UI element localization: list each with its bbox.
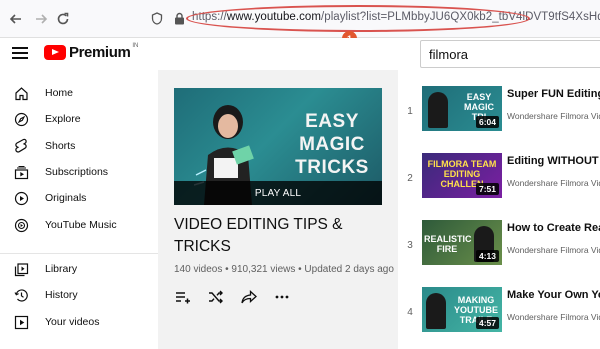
video-index: 2 [407, 173, 413, 184]
sidebar-item-library[interactable]: Library [0, 256, 158, 282]
video-duration: 4:13 [475, 250, 499, 262]
sidebar-item-history[interactable]: History [0, 282, 158, 308]
sidebar-item-shorts[interactable]: Shorts [0, 133, 158, 159]
sidebar-item-label: Subscriptions [45, 166, 109, 178]
playlist-panel: EASY MAGIC TRICKS PLAY ALL VIDEO EDITING… [158, 70, 398, 349]
shuffle-icon[interactable] [207, 288, 224, 305]
playlist-meta: 140 videos • 910,321 views • Updated 2 d… [174, 264, 394, 275]
video-duration: 7:51 [475, 183, 499, 195]
library-icon [13, 261, 29, 277]
logo-region: IN [132, 42, 139, 49]
music-icon [13, 217, 29, 233]
shield-icon[interactable] [150, 11, 164, 25]
logo-text: Premium [69, 44, 131, 61]
video-channel[interactable]: Wondershare Filmora Video [507, 245, 600, 255]
thumbnail-title: EASY MAGIC TRICKS [295, 111, 369, 178]
menu-icon[interactable] [12, 47, 28, 59]
sidebar-item-label: History [45, 289, 78, 301]
video-index: 4 [407, 307, 413, 318]
sidebar-item-label: Library [45, 263, 78, 275]
sidebar: Home Explore Shorts Subscriptions Origin… [0, 70, 158, 349]
arrow-left-icon [9, 14, 21, 24]
play-all-button[interactable]: PLAY ALL [174, 181, 382, 205]
video-thumbnail[interactable]: REALISTIC FIRE 4:13 [422, 220, 502, 265]
video-icon [13, 314, 29, 330]
lock-icon[interactable] [172, 11, 186, 25]
list-item[interactable]: 3 REALISTIC FIRE 4:13 How to Create Rea … [398, 212, 600, 278]
sidebar-divider [0, 253, 158, 254]
list-item[interactable]: 4 MAKING YOUTUBE TRAILE 4:57 Make Your O… [398, 279, 600, 345]
video-list: 1 EASY MAGIC TRI 6:04 Super FUN Editing … [398, 70, 600, 349]
sidebar-item-explore[interactable]: Explore [0, 106, 158, 132]
youtube-premium-logo[interactable]: Premium IN [44, 42, 139, 61]
playlist-actions [174, 288, 290, 305]
forward-button[interactable] [31, 9, 51, 29]
list-item[interactable]: 1 EASY MAGIC TRI 6:04 Super FUN Editing … [398, 78, 600, 144]
reload-icon [57, 12, 69, 25]
playlist-thumbnail[interactable]: EASY MAGIC TRICKS PLAY ALL [174, 88, 382, 205]
video-title[interactable]: Editing WITHOUT [507, 155, 600, 167]
sidebar-item-home[interactable]: Home [0, 80, 158, 106]
share-icon[interactable] [240, 288, 257, 305]
url-highlight-oval [186, 5, 530, 32]
add-to-queue-icon[interactable] [174, 288, 191, 305]
sidebar-item-label: Your videos [45, 316, 100, 328]
history-icon [13, 287, 29, 303]
thumbnail-text: REALISTIC FIRE [424, 234, 472, 254]
video-channel[interactable]: Wondershare Filmora Video [507, 178, 600, 188]
playlist-title: VIDEO EDITING TIPS & TRICKS [174, 216, 343, 255]
sidebar-item-youtube-music[interactable]: YouTube Music [0, 212, 158, 238]
originals-icon [13, 190, 29, 206]
video-title[interactable]: Super FUN Editing [507, 88, 600, 100]
video-title[interactable]: Make Your Own Yo [507, 289, 600, 301]
subscriptions-icon [13, 164, 29, 180]
reload-button[interactable] [53, 9, 73, 29]
yt-header: Premium IN filmora [0, 38, 600, 70]
sidebar-item-label: Originals [45, 192, 87, 204]
back-button[interactable] [6, 9, 26, 29]
sidebar-item-label: YouTube Music [45, 219, 117, 231]
video-channel[interactable]: Wondershare Filmora Video [507, 312, 600, 322]
search-input[interactable]: filmora [420, 40, 600, 68]
browser-toolbar: https://www.youtube.com/playlist?list=PL… [0, 0, 600, 38]
video-index: 3 [407, 240, 413, 251]
video-title[interactable]: How to Create Rea [507, 222, 600, 234]
list-item[interactable]: 2 FILMORA TEAM EDITING CHALLEN 7:51 Edit… [398, 145, 600, 211]
sidebar-item-subscriptions[interactable]: Subscriptions [0, 159, 158, 185]
sidebar-item-label: Explore [45, 113, 81, 125]
video-thumbnail[interactable]: EASY MAGIC TRI 6:04 [422, 86, 502, 131]
more-options-icon[interactable] [273, 288, 290, 305]
shorts-icon [13, 138, 29, 154]
sidebar-item-your-videos[interactable]: Your videos [0, 309, 158, 335]
arrow-right-icon [36, 14, 48, 24]
video-thumbnail[interactable]: FILMORA TEAM EDITING CHALLEN 7:51 [422, 153, 502, 198]
video-duration: 4:57 [475, 317, 499, 329]
sidebar-item-label: Shorts [45, 140, 76, 152]
sidebar-item-label: Home [45, 87, 74, 99]
video-duration: 6:04 [475, 116, 499, 128]
home-icon [13, 85, 29, 101]
video-index: 1 [407, 106, 413, 117]
video-thumbnail[interactable]: MAKING YOUTUBE TRAILE 4:57 [422, 287, 502, 332]
youtube-play-icon [44, 45, 66, 60]
sidebar-item-originals[interactable]: Originals [0, 185, 158, 211]
video-channel[interactable]: Wondershare Filmora Video [507, 111, 600, 121]
compass-icon [13, 111, 29, 127]
